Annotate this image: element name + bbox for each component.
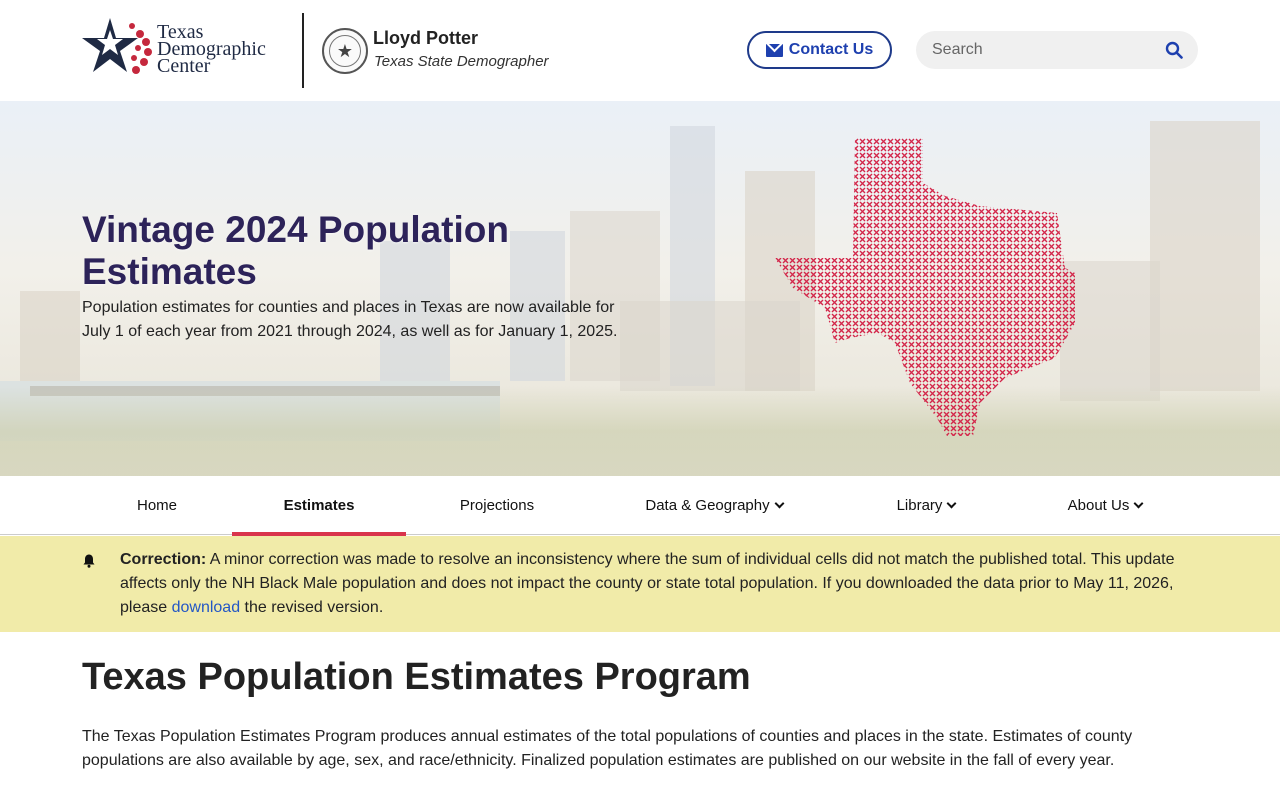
tree-line — [0, 386, 1280, 476]
nav-item-data-geography[interactable]: Data & Geography — [588, 476, 840, 535]
official-title: Texas State Demographer — [374, 53, 549, 70]
logo-line: Center — [157, 55, 211, 77]
texas-star-logo-icon — [82, 18, 152, 74]
skyline-building — [1060, 261, 1160, 401]
hero-description: Population estimates for counties and pl… — [82, 299, 618, 340]
chevron-down-icon — [774, 498, 785, 509]
envelope-icon — [765, 43, 783, 57]
bell-icon — [83, 554, 95, 568]
search-icon[interactable] — [1165, 41, 1183, 59]
logo-wordmark: Texas Demographic Center — [157, 22, 266, 77]
page-title: Texas Population Estimates Program — [82, 656, 751, 698]
texas-map-icon — [775, 138, 1075, 436]
search-input[interactable] — [932, 31, 1152, 69]
nav-item-label: Library — [896, 497, 943, 514]
skyline-building — [1150, 121, 1260, 391]
main-nav: Home Estimates Projections Data & Geogra… — [0, 476, 1280, 536]
intro-paragraph: The Texas Population Estimates Program p… — [82, 728, 1133, 769]
correction-label: Correction: — [120, 551, 207, 568]
correction-text: Correction: A minor correction was made … — [120, 548, 1210, 620]
nav-item-label: Home — [136, 497, 177, 514]
hero-title: Vintage 2024 Population Estimates — [82, 209, 509, 292]
correction-body-end: the revised version. — [240, 599, 384, 616]
nav-item-home[interactable]: Home — [82, 476, 232, 535]
chevron-down-icon — [946, 498, 957, 509]
nav-item-label: Data & Geography — [645, 497, 770, 514]
tdc-logo[interactable]: Texas Demographic Center — [82, 16, 282, 86]
nav-item-estimates[interactable]: Estimates — [232, 476, 406, 536]
chevron-down-icon — [1133, 498, 1144, 509]
contact-us-label: Contact Us — [788, 41, 874, 58]
nav-item-label: Projections — [459, 497, 535, 514]
skyline-building — [620, 301, 800, 391]
nav-item-label: Estimates — [283, 497, 355, 514]
nav-item-about-us[interactable]: About Us — [1012, 476, 1198, 535]
official-name: Lloyd Potter — [373, 28, 479, 48]
nav-item-library[interactable]: Library — [840, 476, 1012, 535]
download-link[interactable]: download — [172, 599, 241, 616]
nav-item-label: About Us — [1067, 497, 1130, 514]
skyline-building — [20, 291, 80, 381]
nav-item-projections[interactable]: Projections — [406, 476, 588, 535]
header-divider — [302, 13, 304, 88]
state-seal-icon: ★ — [322, 28, 368, 74]
site-header: Texas Demographic Center ★ Lloyd Potter … — [0, 0, 1280, 101]
contact-us-button[interactable]: Contact Us — [747, 31, 892, 69]
search-box — [916, 31, 1198, 69]
hero-banner: Vintage 2024 Population Estimates Popula… — [0, 101, 1280, 476]
